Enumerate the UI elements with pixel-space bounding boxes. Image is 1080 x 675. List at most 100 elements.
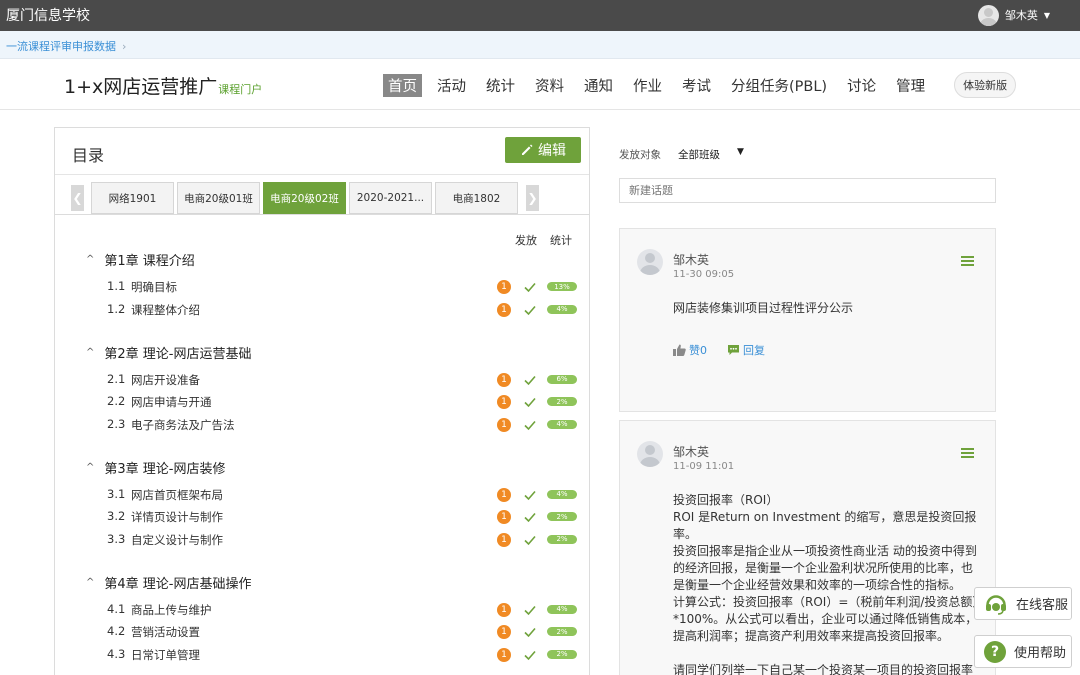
lesson-row[interactable]: 4.1 商品上传与维护 1 4% [107, 601, 577, 619]
breadcrumb-label[interactable]: 一流课程评审申报数据 [6, 40, 116, 53]
lesson-title[interactable]: 详情页设计与制作 [131, 509, 223, 525]
check-icon[interactable] [523, 418, 537, 432]
check-icon[interactable] [523, 603, 537, 617]
lesson-row[interactable]: 2.1 网店开设准备 1 6% [107, 371, 577, 389]
chapter-item[interactable]: ^ 第3章 理论-网店装修 [86, 458, 226, 477]
unread-badge[interactable]: 1 [497, 647, 511, 662]
lesson-title[interactable]: 明确目标 [131, 279, 177, 295]
check-icon[interactable] [523, 625, 537, 639]
tab-class-4[interactable]: 2020-2021... [349, 182, 432, 214]
chapter-title[interactable]: 第1章 课程介绍 [104, 250, 194, 269]
tab-prev-icon[interactable]: ❮ [71, 185, 84, 211]
user-menu[interactable]: 邹木英 ▼ [977, 3, 1050, 27]
avatar[interactable] [977, 4, 999, 26]
progress-badge: 2% [547, 512, 577, 521]
chapter-item[interactable]: ^ 第1章 课程介绍 [86, 250, 195, 269]
unread-badge[interactable]: 1 [497, 417, 511, 432]
nav-exam[interactable]: 考试 [677, 74, 716, 97]
nav-home[interactable]: 首页 [383, 73, 422, 97]
target-select[interactable]: 全部班级 [678, 147, 720, 162]
lesson-row[interactable]: 3.3 自定义设计与制作 1 2% [107, 531, 577, 549]
new-version-button[interactable]: 体验新版 [954, 72, 1017, 98]
chevron-up-icon[interactable]: ^ [86, 577, 94, 588]
nav-manage[interactable]: 管理 [891, 74, 930, 97]
tab-class-5[interactable]: 电商1802 [435, 182, 518, 214]
tab-class-3[interactable]: 电商20级02班 [263, 182, 346, 214]
online-service-label[interactable]: 在线客服 [1016, 594, 1068, 613]
tab-class-1[interactable]: 网络1901 [91, 182, 174, 214]
check-icon[interactable] [523, 373, 537, 387]
lesson-title[interactable]: 网店开设准备 [131, 372, 200, 388]
new-topic-input[interactable] [619, 178, 996, 203]
check-icon[interactable] [523, 303, 537, 317]
unread-badge[interactable]: 1 [497, 487, 511, 502]
chevron-up-icon[interactable]: ^ [86, 254, 94, 265]
tab-class-2[interactable]: 电商20级01班 [177, 182, 260, 214]
unread-badge[interactable]: 1 [497, 302, 511, 317]
like-count[interactable]: 赞0 [689, 342, 707, 358]
unread-badge[interactable]: 1 [497, 510, 511, 524]
lesson-row[interactable]: 2.3 电子商务法及广告法 1 4% [107, 416, 577, 434]
chevron-up-icon[interactable]: ^ [86, 347, 94, 358]
reply-button[interactable]: 回复 [727, 342, 765, 358]
nav-materials[interactable]: 资料 [530, 74, 569, 97]
check-icon[interactable] [523, 280, 537, 294]
chevron-down-icon[interactable]: ▼ [1044, 11, 1050, 20]
avatar[interactable] [637, 441, 663, 467]
nav-notices[interactable]: 通知 [579, 74, 618, 97]
lesson-title[interactable]: 自定义设计与制作 [131, 532, 223, 548]
lesson-title[interactable]: 日常订单管理 [131, 647, 200, 663]
user-name[interactable]: 邹木英 [1005, 7, 1038, 23]
chevron-up-icon[interactable]: ^ [86, 462, 94, 473]
help-button[interactable]: ? 使用帮助 [974, 635, 1072, 668]
chapter-title[interactable]: 第2章 理论-网店运营基础 [104, 343, 251, 362]
lesson-row[interactable]: 3.2 详情页设计与制作 1 2% [107, 508, 577, 526]
unread-badge[interactable]: 1 [497, 280, 511, 294]
check-icon[interactable] [523, 488, 537, 502]
online-service-button[interactable]: 在线客服 [974, 587, 1072, 620]
school-name[interactable]: 厦门信息学校 [6, 5, 90, 25]
lesson-row[interactable]: 2.2 网店申请与开通 1 2% [107, 393, 577, 411]
lesson-row[interactable]: 3.1 网店首页框架布局 1 4% [107, 486, 577, 504]
nav-group-task[interactable]: 分组任务(PBL) [726, 74, 832, 97]
nav-activity[interactable]: 活动 [432, 74, 471, 97]
menu-icon[interactable] [961, 448, 974, 458]
lesson-row[interactable]: 4.2 营销活动设置 1 2% [107, 623, 577, 641]
nav-homework[interactable]: 作业 [628, 74, 667, 97]
nav-discussion[interactable]: 讨论 [842, 74, 881, 97]
lesson-title[interactable]: 电子商务法及广告法 [131, 417, 235, 433]
lesson-title[interactable]: 课程整体介绍 [131, 302, 200, 318]
unread-badge[interactable]: 1 [497, 602, 511, 617]
check-icon[interactable] [523, 533, 537, 547]
lesson-row[interactable]: 1.1 明确目标 1 13% [107, 278, 577, 296]
chapter-title[interactable]: 第4章 理论-网店基础操作 [104, 573, 251, 592]
lesson-title[interactable]: 网店首页框架布局 [131, 487, 223, 503]
lesson-title[interactable]: 网店申请与开通 [131, 394, 212, 410]
check-icon[interactable] [523, 510, 537, 524]
edit-button[interactable]: 编辑 [505, 137, 581, 163]
help-label[interactable]: 使用帮助 [1014, 642, 1066, 661]
unread-badge[interactable]: 1 [497, 532, 511, 547]
nav-statistics[interactable]: 统计 [481, 74, 520, 97]
reply-label[interactable]: 回复 [743, 342, 765, 358]
chapter-item[interactable]: ^ 第2章 理论-网店运营基础 [86, 343, 252, 362]
breadcrumb-item[interactable]: 一流课程评审申报数据 › [6, 38, 126, 54]
post-author[interactable]: 邹木英 [673, 251, 709, 268]
unread-badge[interactable]: 1 [497, 372, 511, 387]
menu-icon[interactable] [961, 256, 974, 266]
lesson-row[interactable]: 4.3 日常订单管理 1 2% [107, 646, 577, 664]
unread-badge[interactable]: 1 [497, 625, 511, 639]
chapter-title[interactable]: 第3章 理论-网店装修 [104, 458, 225, 477]
lesson-title[interactable]: 营销活动设置 [131, 624, 200, 640]
caret-down-icon[interactable]: ▼ [737, 147, 744, 157]
check-icon[interactable] [523, 648, 537, 662]
unread-badge[interactable]: 1 [497, 395, 511, 409]
lesson-title[interactable]: 商品上传与维护 [131, 602, 212, 618]
lesson-row[interactable]: 1.2 课程整体介绍 1 4% [107, 301, 577, 319]
post-author[interactable]: 邹木英 [673, 443, 709, 460]
avatar[interactable] [637, 249, 663, 275]
check-icon[interactable] [523, 395, 537, 409]
like-button[interactable]: 赞0 [673, 342, 707, 358]
chapter-item[interactable]: ^ 第4章 理论-网店基础操作 [86, 573, 252, 592]
tab-next-icon[interactable]: ❯ [526, 185, 539, 211]
